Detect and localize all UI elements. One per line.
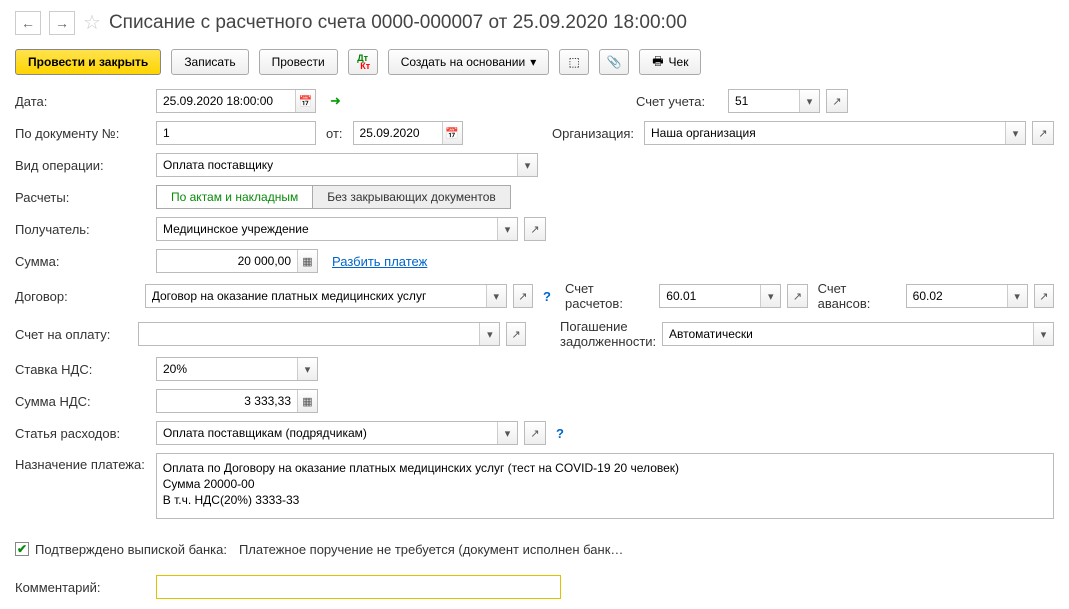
label-settle: Счет расчетов: xyxy=(561,281,653,311)
calendar-icon[interactable]: 📅 xyxy=(295,90,315,112)
label-from: от: xyxy=(322,126,347,141)
chevron-down-icon[interactable]: ▾ xyxy=(497,422,517,444)
chevron-down-icon[interactable]: ▾ xyxy=(799,90,819,112)
split-link[interactable]: Разбить платеж xyxy=(324,254,427,269)
optype-input[interactable] xyxy=(157,154,517,176)
structure-button[interactable]: ⬚ xyxy=(559,49,589,75)
confirmed-text: Платежное поручение не требуется (докуме… xyxy=(233,542,623,557)
label-calcs: Расчеты: xyxy=(15,190,150,205)
chevron-down-icon[interactable]: ▾ xyxy=(479,323,499,345)
label-amount: Сумма: xyxy=(15,254,150,269)
page-title: Списание с расчетного счета 0000-000007 … xyxy=(109,12,687,34)
help-icon[interactable]: ? xyxy=(539,289,555,304)
label-vatamount: Сумма НДС: xyxy=(15,394,150,409)
vatamount-input[interactable] xyxy=(157,390,297,412)
amount-input[interactable] xyxy=(157,250,297,272)
label-contract: Договор: xyxy=(15,289,139,304)
post-button[interactable]: Провести xyxy=(259,49,338,75)
chevron-down-icon[interactable]: ▾ xyxy=(497,218,517,240)
toggle-no-docs[interactable]: Без закрывающих документов xyxy=(312,185,511,209)
calc-icon[interactable]: ▦ xyxy=(297,250,317,272)
debt-input[interactable] xyxy=(663,323,1033,345)
open-icon[interactable]: ↗ xyxy=(506,322,525,346)
dtkt-button[interactable]: Дт Кт xyxy=(348,49,378,75)
costitem-input[interactable] xyxy=(157,422,497,444)
docdate-input[interactable] xyxy=(354,122,442,144)
chevron-down-icon[interactable]: ▾ xyxy=(1007,285,1027,307)
check-icon: ✔ xyxy=(15,542,29,556)
help-icon[interactable]: ? xyxy=(552,426,568,441)
open-icon[interactable]: ↗ xyxy=(513,284,533,308)
contract-input[interactable] xyxy=(146,285,486,307)
open-icon[interactable]: ↗ xyxy=(1034,284,1054,308)
date-input[interactable] xyxy=(157,90,295,112)
label-debt: Погашение задолженности: xyxy=(556,319,656,349)
invoice-input[interactable] xyxy=(139,323,479,345)
check-button[interactable]: 🖶 Чек xyxy=(639,49,701,75)
chevron-down-icon[interactable]: ▾ xyxy=(760,285,780,307)
post-close-button[interactable]: Провести и закрыть xyxy=(15,49,161,75)
label-purpose: Назначение платежа: xyxy=(15,453,150,472)
settle-input[interactable] xyxy=(660,285,760,307)
label-advance: Счет авансов: xyxy=(814,281,900,311)
label-date: Дата: xyxy=(15,94,150,109)
toggle-by-acts[interactable]: По актам и накладным xyxy=(156,185,312,209)
label-comment: Комментарий: xyxy=(15,580,150,595)
create-based-button[interactable]: Создать на основании ▾ xyxy=(388,49,550,75)
label-recipient: Получатель: xyxy=(15,222,150,237)
open-icon[interactable]: ↗ xyxy=(524,421,546,445)
chevron-down-icon[interactable]: ▾ xyxy=(1033,323,1053,345)
chevron-down-icon[interactable]: ▾ xyxy=(1005,122,1025,144)
label-org: Организация: xyxy=(548,126,638,141)
open-icon[interactable]: ↗ xyxy=(1032,121,1054,145)
chevron-down-icon: ▾ xyxy=(530,55,536,69)
advance-input[interactable] xyxy=(907,285,1007,307)
confirmed-label: Подтверждено выпиской банка: xyxy=(35,542,227,557)
star-icon[interactable]: ☆ xyxy=(83,10,101,35)
chevron-down-icon[interactable]: ▾ xyxy=(517,154,537,176)
account-input[interactable] xyxy=(729,90,799,112)
purpose-textarea[interactable] xyxy=(156,453,1054,519)
calendar-icon[interactable]: 📅 xyxy=(442,122,462,144)
label-invoice: Счет на оплату: xyxy=(15,327,132,342)
open-icon[interactable]: ↗ xyxy=(524,217,546,241)
vatrate-input[interactable] xyxy=(157,358,297,380)
save-button[interactable]: Записать xyxy=(171,49,248,75)
org-input[interactable] xyxy=(645,122,1005,144)
label-vatrate: Ставка НДС: xyxy=(15,362,150,377)
label-costitem: Статья расходов: xyxy=(15,426,150,441)
nav-back[interactable]: ← xyxy=(15,11,41,35)
chevron-down-icon[interactable]: ▾ xyxy=(297,358,317,380)
comment-input[interactable] xyxy=(156,575,561,599)
attach-button[interactable]: 📎 xyxy=(599,49,629,75)
label-account: Счет учета: xyxy=(632,94,722,109)
nav-forward[interactable]: → xyxy=(49,11,75,35)
arrow-icon[interactable]: ➜ xyxy=(322,93,349,109)
chevron-down-icon[interactable]: ▾ xyxy=(486,285,506,307)
label-optype: Вид операции: xyxy=(15,158,150,173)
docno-input[interactable] xyxy=(157,122,315,144)
recipient-input[interactable] xyxy=(157,218,497,240)
label-docno: По документу №: xyxy=(15,126,150,141)
calc-icon[interactable]: ▦ xyxy=(297,390,317,412)
confirmed-checkbox[interactable]: ✔ Подтверждено выпиской банка: xyxy=(15,542,227,557)
open-icon[interactable]: ↗ xyxy=(787,284,807,308)
open-icon[interactable]: ↗ xyxy=(826,89,848,113)
